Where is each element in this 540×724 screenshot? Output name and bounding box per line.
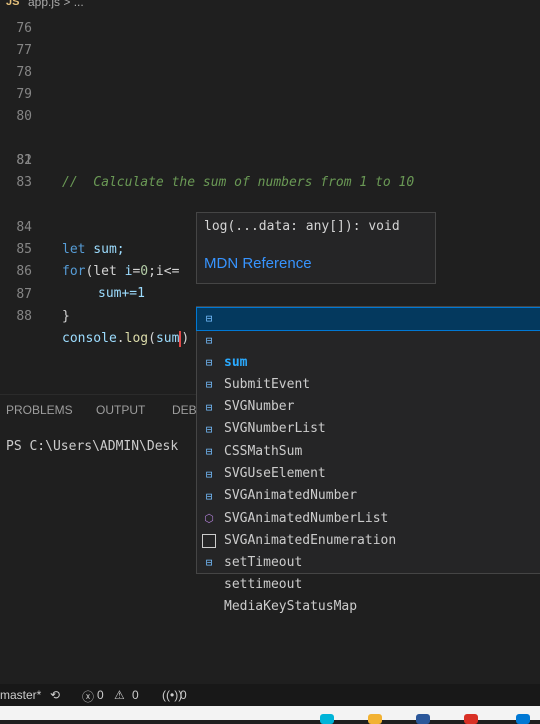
- code-line: 82: [0, 150, 540, 172]
- code-function: log: [124, 331, 149, 346]
- suggestion-item[interactable]: ⊟ CSSMathSum: [197, 397, 540, 459]
- code-argument: sum: [155, 331, 180, 346]
- line-number: 80: [16, 109, 32, 124]
- suggestion-item[interactable]: ⬡ setTimeout: [197, 508, 540, 570]
- variable-icon: ⊟: [205, 423, 213, 436]
- line-number: 83: [16, 175, 32, 190]
- code-line: 76: [0, 18, 540, 40]
- suggestion-label: settimeout: [224, 577, 303, 592]
- code-line: 83: [0, 172, 540, 194]
- sync-icon[interactable]: ⟲: [50, 688, 60, 702]
- warning-count[interactable]: 0: [132, 688, 139, 702]
- branch-indicator[interactable]: master*: [0, 688, 41, 702]
- variable-icon: ⊟: [205, 312, 213, 325]
- ports-count[interactable]: 0: [180, 688, 187, 702]
- suggestion-item[interactable]: ⊟ SVGAnimatedEnumeration: [197, 486, 540, 548]
- code-line: 77: [0, 40, 540, 62]
- variable-icon: ⊟: [205, 468, 213, 481]
- signature-hover: log(...data: any[]): void MDN Reference: [196, 212, 436, 284]
- variable-icon: ⊟: [205, 334, 213, 347]
- code-text: }: [62, 309, 70, 324]
- breadcrumb-path[interactable]: app.js > ...: [28, 0, 84, 9]
- tab-problems[interactable]: PROBLEMS: [6, 403, 73, 417]
- tab-debug-console[interactable]: DEB: [172, 403, 197, 417]
- code-line: 88 console.log(sum): [0, 284, 540, 347]
- line-number: 79: [16, 87, 32, 102]
- javascript-file-icon: JS: [6, 0, 20, 8]
- code-object: console: [62, 331, 117, 346]
- folder-icon[interactable]: [368, 714, 382, 724]
- browser-icon[interactable]: [464, 714, 478, 724]
- vscode-icon[interactable]: [516, 714, 530, 724]
- code-line: 78: [0, 62, 540, 84]
- mdn-reference-link[interactable]: MDN Reference: [204, 255, 312, 272]
- line-number: 82: [16, 153, 32, 168]
- variable-icon: ⊟: [205, 378, 213, 391]
- app-icon[interactable]: [320, 714, 334, 724]
- suggestion-item[interactable]: ⊟ SVGAnimatedNumberList: [197, 464, 540, 526]
- suggestion-item[interactable]: ⊟ SVGNumber: [197, 352, 540, 414]
- terminal-prompt[interactable]: PS C:\Users\ADMIN\Desk: [6, 439, 178, 454]
- method-icon: ⬡: [204, 512, 214, 525]
- suggestion-item[interactable]: ⊟ SVGNumberList: [197, 374, 540, 436]
- tab-output[interactable]: OUTPUT: [96, 403, 145, 417]
- suggestion-item[interactable]: ⊟ SVGAnimatedNumber: [197, 441, 540, 503]
- suggestion-item[interactable]: ⊟ MediaKeyStatusMap: [197, 552, 540, 614]
- suggestion-item[interactable]: ⊟ SubmitEvent: [197, 330, 540, 392]
- variable-icon: ⊟: [205, 556, 213, 569]
- code-operator: ): [181, 331, 190, 346]
- breadcrumb[interactable]: JS app.js > ...: [0, 0, 540, 14]
- error-icon[interactable]: ⓧ: [82, 688, 94, 705]
- code-operator: .: [116, 331, 125, 346]
- variable-icon: ⊟: [205, 356, 213, 369]
- code-line: 79: [0, 84, 540, 106]
- suggestion-item[interactable]: ⊟ sum: [196, 307, 540, 370]
- code-line: 81 // Calculate the sum of numbers from …: [0, 128, 540, 190]
- variable-icon: ⊟: [205, 445, 213, 458]
- suggestion-widget[interactable]: ⊟ sum ⊟ SubmitEvent ⊟ SVGNumber ⊟ SVGNum…: [196, 306, 540, 614]
- variable-icon: ⊟: [205, 401, 213, 414]
- status-bar: master* ⟲ ⓧ 0 ⚠ 0 ((•)) 0: [0, 684, 540, 706]
- warning-icon[interactable]: ⚠: [114, 688, 125, 702]
- error-count[interactable]: 0: [97, 688, 104, 702]
- variable-icon: ⊟: [205, 490, 213, 503]
- line-number: 77: [16, 43, 32, 58]
- code-line: 80: [0, 106, 540, 128]
- app-icon[interactable]: [416, 714, 430, 724]
- suggestion-label: MediaKeyStatusMap: [224, 599, 358, 614]
- suggestion-item[interactable]: ⊟ SVGUseElement: [197, 419, 540, 481]
- suggestion-item[interactable]: settimeout: [197, 530, 540, 592]
- line-number: 76: [16, 21, 32, 36]
- code-operator: (: [148, 331, 156, 346]
- line-number: 78: [16, 65, 32, 80]
- os-taskbar: [0, 706, 540, 724]
- text-icon: [202, 534, 216, 548]
- function-signature: log(...data: any[]): void: [204, 219, 400, 234]
- line-number: 88: [16, 309, 32, 324]
